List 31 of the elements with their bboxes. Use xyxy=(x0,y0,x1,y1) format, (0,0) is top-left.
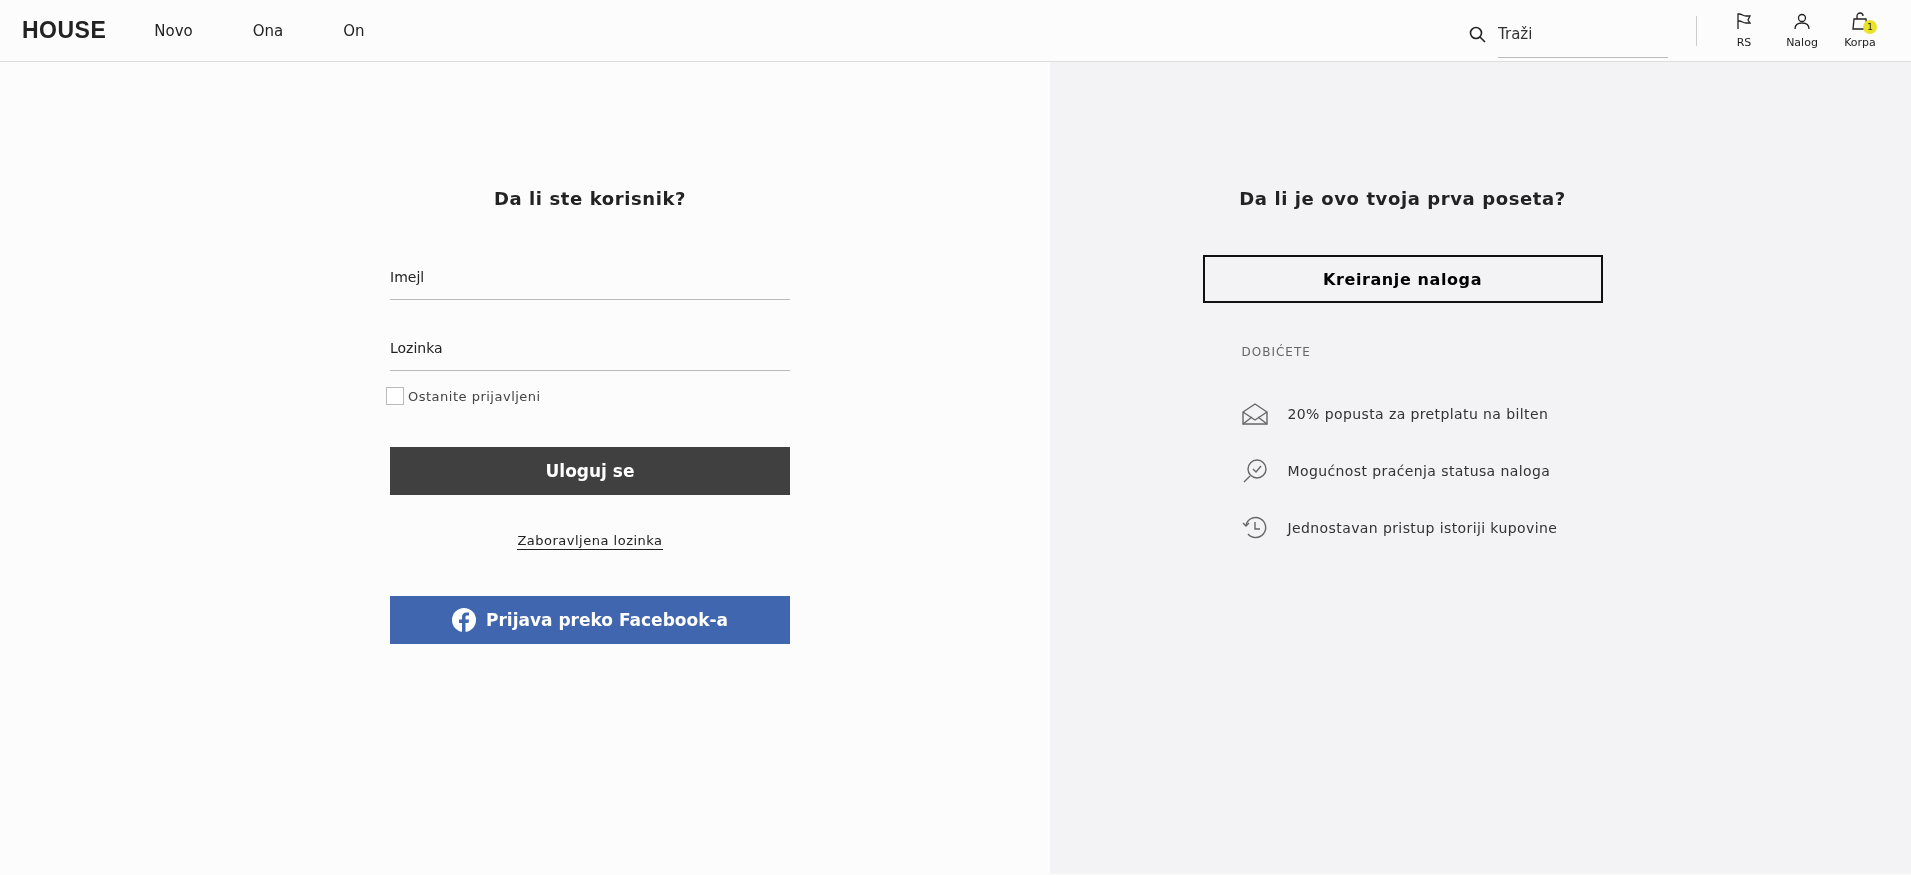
flag-icon xyxy=(1735,12,1753,30)
magnifier-check-icon xyxy=(1241,458,1268,484)
login-title: Da li ste korisnik? xyxy=(493,188,687,209)
nav-link[interactable]: Ona xyxy=(252,21,284,40)
checkbox[interactable] xyxy=(386,387,404,405)
header-action[interactable]: Korpa 1 xyxy=(1831,12,1889,49)
history-icon xyxy=(1241,515,1268,541)
nav-link[interactable]: On xyxy=(343,21,365,40)
bag-icon xyxy=(1851,12,1869,30)
input-field[interactable]: Lozinka xyxy=(390,326,790,371)
create-account-button[interactable]: Kreiranje naloga xyxy=(1202,255,1603,303)
benefit-text: Mogućnost praćenja statusa naloga xyxy=(1287,463,1551,479)
search-field[interactable]: Traži xyxy=(1498,11,1668,58)
nav-link[interactable]: Novo xyxy=(154,21,193,40)
forgot-password-link[interactable]: Zaboravljena lozinka xyxy=(517,533,663,550)
logo[interactable]: HOUSE xyxy=(22,17,107,44)
benefit-text: 20% popusta za pretplatu na bilten xyxy=(1287,406,1549,422)
checkbox-label[interactable]: Ostanite prijavljeni xyxy=(408,388,541,404)
benefits-heading: DOBIĆETE xyxy=(1241,345,1312,359)
facebook-login-button[interactable]: Prijava preko Facebook-a xyxy=(390,596,790,644)
header-action[interactable]: RS xyxy=(1715,12,1773,49)
search-icon xyxy=(1469,26,1486,43)
cart-count-badge: 1 xyxy=(1863,20,1877,34)
register-title: Da li je ovo tvoja prva poseta? xyxy=(1239,188,1566,209)
benefit-text: Jednostavan pristup istoriji kupovine xyxy=(1287,520,1558,536)
input-field[interactable]: Imejl xyxy=(390,255,790,300)
envelope-icon xyxy=(1241,401,1268,427)
header-action[interactable]: Nalog xyxy=(1773,12,1831,49)
facebook-icon xyxy=(452,608,476,632)
user-icon xyxy=(1793,12,1811,30)
login-button[interactable]: Uloguj se xyxy=(390,447,790,495)
